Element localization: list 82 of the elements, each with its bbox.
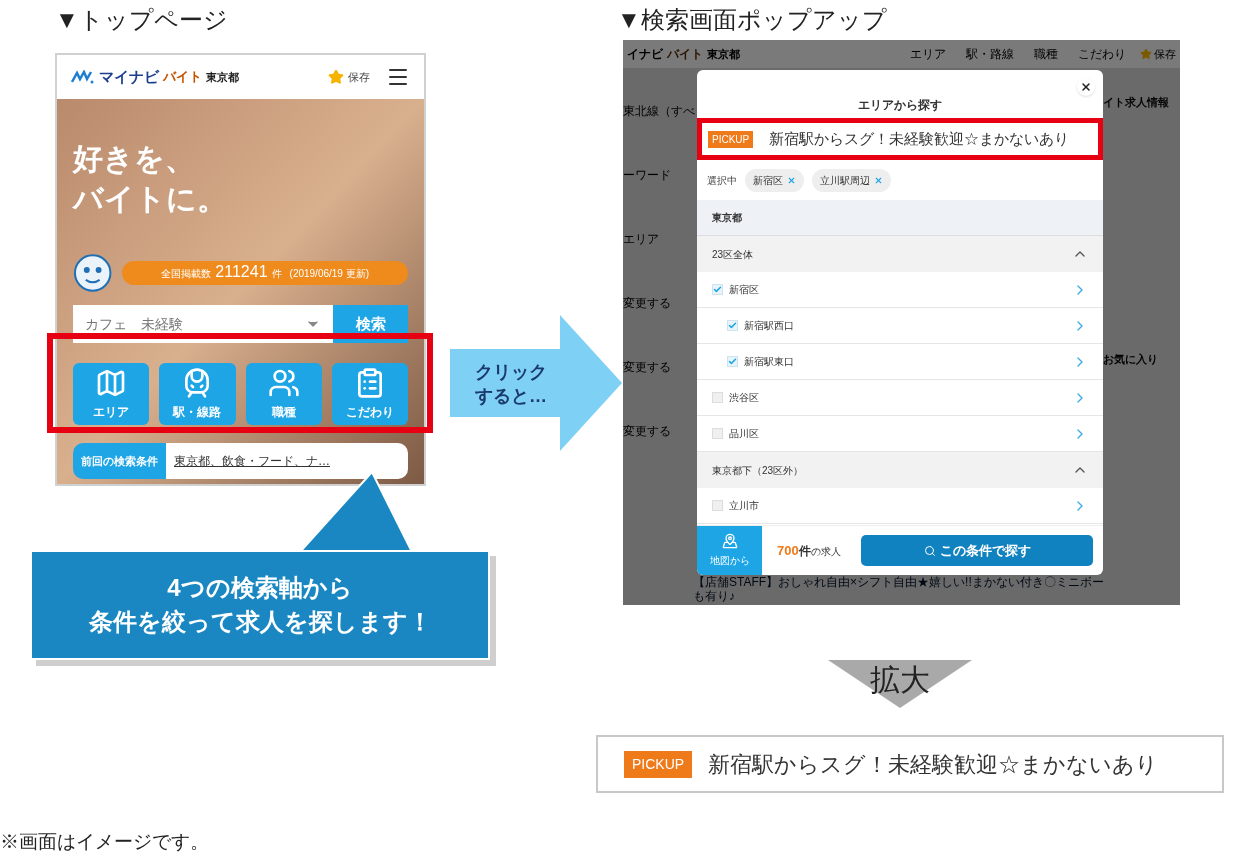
footnote: ※画面はイメージです。	[0, 830, 209, 854]
dimmed-text: 変更する	[623, 423, 672, 440]
logo-text: マイナビ	[99, 66, 159, 87]
nav-link[interactable]: エリア	[910, 45, 946, 63]
area-label: 渋谷区	[729, 391, 760, 405]
close-button[interactable]	[1077, 78, 1095, 96]
dimmed-text: エリア	[623, 231, 660, 248]
section-title: ▼検索画面ポップアップ	[617, 5, 887, 35]
selected-chip[interactable]: 新宿区	[745, 168, 804, 192]
result-count: 700	[777, 541, 799, 560]
nav-link[interactable]: 職種	[1034, 45, 1058, 63]
save-link[interactable]: 保存	[1154, 45, 1176, 63]
dimmed-text: 東北線（すべ	[623, 103, 696, 120]
checkbox[interactable]	[712, 428, 723, 439]
checkbox[interactable]	[712, 392, 723, 403]
remove-icon[interactable]	[874, 175, 883, 185]
checkbox[interactable]	[727, 356, 738, 367]
group-header[interactable]: 東京都下（23区外）	[697, 452, 1103, 488]
chip-label: 新宿区	[753, 173, 783, 188]
pickup-banner[interactable]: PICKUP 新宿駅からスグ！未経験歓迎☆まかないあり	[697, 118, 1103, 160]
headline-text: バイトに。	[73, 181, 228, 217]
pickup-badge: PICKUP	[624, 750, 693, 778]
group-header[interactable]: 23区全体	[697, 236, 1103, 272]
dimmed-text: イト求人情報	[1103, 95, 1170, 110]
check-icon	[728, 357, 737, 366]
close-icon	[1080, 81, 1092, 93]
dimmed-text: お気に入り	[1103, 351, 1159, 367]
nav-link[interactable]: 駅・路線	[966, 45, 1014, 63]
selected-chip[interactable]: 立川駅周辺	[812, 168, 891, 192]
apply-search-button[interactable]: この条件で探す	[861, 535, 1093, 566]
count-value: 211241	[215, 262, 268, 282]
count-date: (2019/06/19 更新)	[289, 267, 370, 281]
logo-text: イナビ	[627, 46, 663, 63]
region-header: 東京都	[697, 200, 1103, 236]
save-link[interactable]: 保存	[348, 68, 370, 86]
area-label: 新宿区	[729, 283, 760, 297]
search-icon	[923, 544, 936, 557]
count-unit: 件	[271, 267, 282, 281]
logo-icon	[71, 70, 95, 84]
arrow-text: クリック すると…	[475, 361, 547, 408]
area-label: 立川市	[729, 499, 760, 513]
people-icon	[267, 367, 300, 399]
region-label: 東京都	[206, 69, 239, 85]
nav-link[interactable]: こだわり	[1078, 45, 1126, 63]
checkbox[interactable]	[727, 320, 738, 331]
section-title: ▼トップページ	[55, 5, 228, 35]
dimmed-text: 変更する	[623, 295, 672, 312]
result-suffix: の求人	[810, 544, 841, 559]
area-label: 新宿駅西口	[744, 319, 795, 333]
check-icon	[728, 321, 737, 330]
modal-title: エリアから探す	[857, 97, 943, 114]
callout-text: 4つの検索軸から 条件を絞って求人を探します！	[88, 573, 432, 637]
count-label: 全国掲載数	[161, 267, 212, 281]
headline-text: 好きを、	[73, 141, 196, 177]
map-pin-icon	[721, 533, 738, 549]
logo-subtext: バイト	[163, 68, 202, 87]
star-icon	[1140, 48, 1152, 60]
chip-label: 立川駅周辺	[820, 173, 870, 188]
zoom-label: 拡大	[870, 662, 930, 698]
star-icon	[328, 69, 344, 85]
group-label: 東京都下（23区外）	[712, 463, 805, 478]
region-label: 東京都	[707, 46, 740, 62]
previous-search-link[interactable]: 東京都、飲食・フード、ナ…	[166, 443, 408, 479]
mascot-icon	[73, 253, 113, 293]
pickup-text: 新宿駅からスグ！未経験歓迎☆まかないあり	[769, 128, 1070, 149]
group-label: 23区全体	[712, 247, 755, 262]
logo-subtext: バイト	[667, 46, 703, 63]
area-label: 新宿駅東口	[744, 355, 795, 369]
checkbox[interactable]	[712, 284, 723, 295]
checkbox[interactable]	[712, 500, 723, 511]
keyword-value: カフェ 未経験	[85, 314, 184, 334]
previous-search-label: 前回の検索条件	[73, 443, 166, 479]
area-label: 品川区	[729, 427, 760, 441]
pickup-badge: PICKUP	[708, 130, 754, 148]
pickup-text: 新宿駅からスグ！未経験歓迎☆まかないあり	[708, 750, 1159, 779]
remove-icon[interactable]	[787, 175, 796, 185]
job-title-text: も有り♪	[693, 589, 736, 603]
result-unit: 件	[798, 542, 811, 560]
selected-label: 選択中	[707, 173, 737, 188]
dimmed-text: ーワード	[623, 167, 672, 184]
dimmed-text: 変更する	[623, 359, 672, 376]
check-icon	[713, 285, 722, 294]
